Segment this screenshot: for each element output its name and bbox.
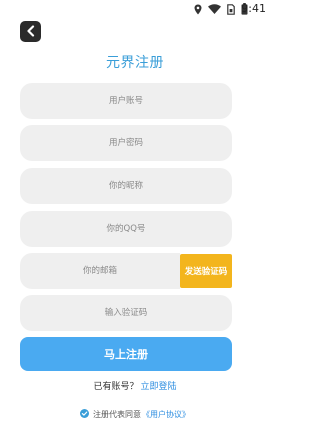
qq-field[interactable] (20, 211, 232, 247)
email-field[interactable] (20, 253, 180, 289)
page-title: 元界注册 (106, 55, 164, 71)
chevron-left-icon (26, 22, 36, 41)
user-agreement-link[interactable]: 《用户协议》 (142, 409, 190, 420)
verification-code-field[interactable] (20, 295, 232, 331)
check-circle-icon[interactable] (80, 409, 89, 420)
location-icon (194, 4, 202, 15)
password-field[interactable] (20, 125, 232, 161)
username-field[interactable] (20, 83, 232, 119)
nickname-field[interactable] (20, 168, 232, 204)
agreement-row: 注册代表同意 《用户协议》 (0, 409, 270, 420)
send-code-button[interactable]: 发送验证码 (180, 254, 232, 288)
status-bar: 9:41 (0, 0, 270, 18)
agreement-text: 注册代表同意 (93, 410, 141, 419)
register-button[interactable]: 马上注册 (20, 337, 232, 371)
status-icons (194, 3, 248, 15)
sim-icon (227, 3, 235, 15)
login-link[interactable]: 立即登陆 (141, 382, 177, 392)
back-button[interactable] (20, 21, 41, 42)
login-row: 已有账号？ 立即登陆 (0, 379, 270, 392)
have-account-text: 已有账号？ (93, 382, 139, 392)
status-time: 9:41 (241, 2, 266, 15)
wifi-icon (208, 4, 221, 14)
